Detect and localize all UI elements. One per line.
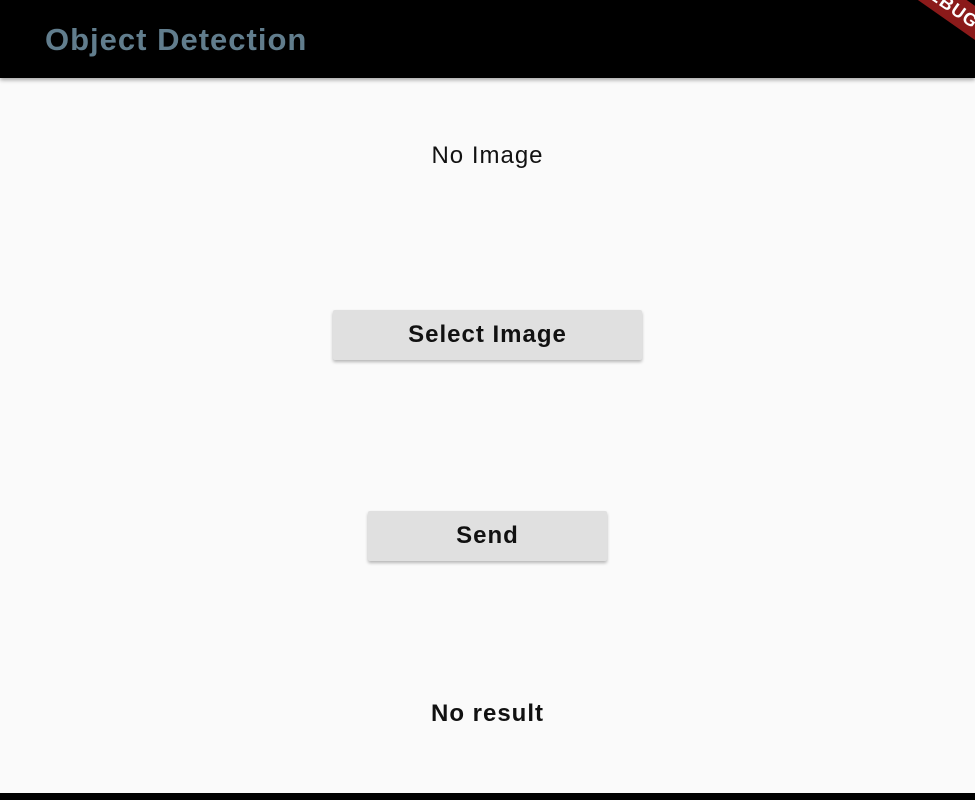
app-bar: Object Detection DEBUG: [0, 0, 975, 78]
select-image-button[interactable]: Select Image: [333, 310, 642, 360]
debug-banner: DEBUG: [845, 0, 975, 78]
result-text: No result: [430, 700, 544, 727]
image-status-text: No Image: [431, 142, 544, 169]
bottom-bar: [0, 793, 975, 800]
main-content: No Image Select Image Send No result: [0, 78, 975, 793]
debug-ribbon: DEBUG: [870, 0, 975, 65]
app-title: Object Detection: [45, 22, 308, 57]
send-button[interactable]: Send: [368, 511, 607, 561]
